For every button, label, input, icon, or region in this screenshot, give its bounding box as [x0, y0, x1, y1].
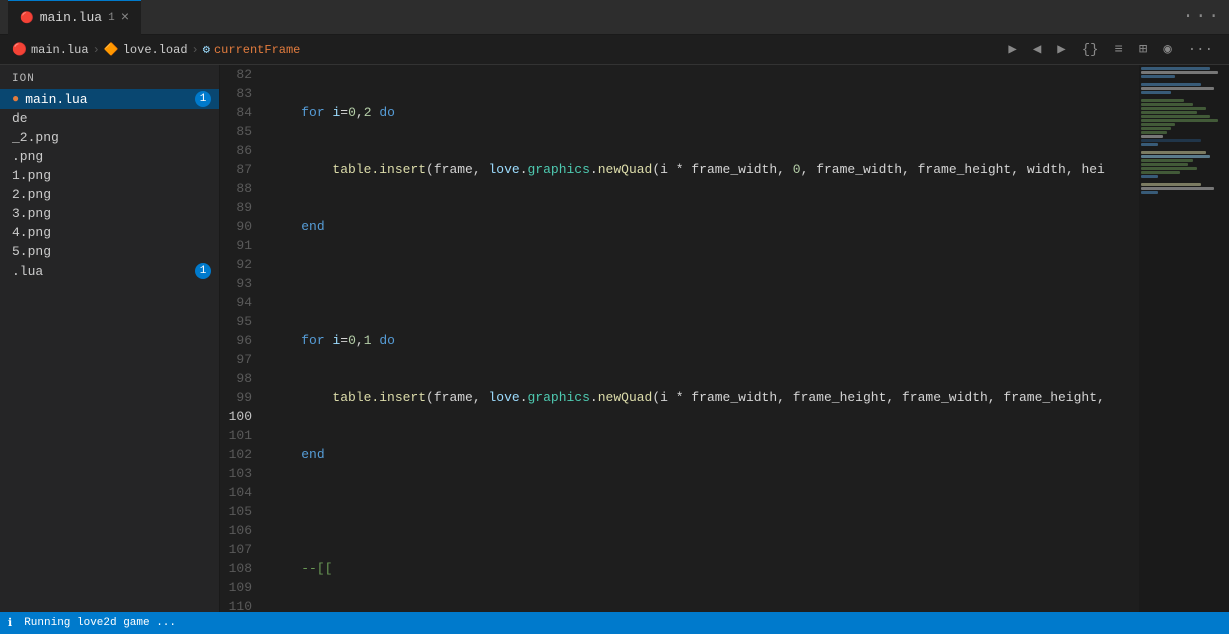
minimap-line	[1141, 71, 1218, 74]
sidebar-item-label-2png2: 2.png	[12, 187, 51, 202]
sidebar-item-3png[interactable]: 3.png	[0, 204, 219, 223]
code-line-90: --[[	[270, 559, 1131, 578]
status-bar: ℹ Running love2d game ...	[0, 612, 1229, 634]
minimap-line	[1141, 167, 1197, 170]
code-line-82: for i=0,2 do	[270, 103, 1131, 122]
code-line-85	[270, 274, 1131, 293]
sidebar-item-label-3png: 3.png	[12, 206, 51, 221]
minimap-line	[1141, 175, 1158, 178]
code-line-88: end	[270, 445, 1131, 464]
minimap-line	[1141, 99, 1184, 102]
sidebar-item-2png[interactable]: _2.png	[0, 128, 219, 147]
line-numbers: 82 83 84 85 86 87 88 89 90 91 92 93 94 9…	[220, 65, 262, 612]
sidebar-badge-lua: 1	[195, 263, 211, 279]
minimap-line	[1141, 107, 1206, 110]
minimap-line	[1141, 183, 1201, 186]
minimap-line	[1141, 123, 1175, 126]
code-content[interactable]: for i=0,2 do table.insert(frame, love.gr…	[262, 65, 1139, 612]
minimap-line	[1141, 115, 1210, 118]
main-tab[interactable]: 🔴 main.lua 1 ×	[8, 0, 141, 35]
run2-btn[interactable]: ▶	[1053, 39, 1069, 60]
main-layout: ION ● main.lua 1 de _2.png .png 1.png 2.…	[0, 65, 1229, 612]
minimap-line	[1141, 87, 1214, 90]
list-btn[interactable]: ≡	[1111, 40, 1127, 60]
sidebar-item-4png[interactable]: 4.png	[0, 223, 219, 242]
sidebar-item-label-de: de	[12, 111, 28, 126]
sidebar-item-png[interactable]: .png	[0, 147, 219, 166]
minimap-line	[1141, 119, 1218, 122]
sidebar-item-2png2[interactable]: 2.png	[0, 185, 219, 204]
minimap-line	[1141, 135, 1163, 138]
minimap-line	[1141, 139, 1201, 142]
minimap-line	[1141, 83, 1201, 86]
breadcrumb-module-icon: 🔶	[104, 42, 119, 57]
code-line-86: for i=0,1 do	[270, 331, 1131, 350]
more-options[interactable]: ···	[1183, 7, 1221, 27]
braces-btn[interactable]: {}	[1078, 40, 1103, 60]
sidebar-item-lua[interactable]: .lua 1	[0, 261, 219, 281]
minimap-line	[1141, 159, 1193, 162]
preview-btn[interactable]: ⊞	[1135, 39, 1151, 60]
code-line-84: end	[270, 217, 1131, 236]
tab-modified: 1	[108, 12, 115, 24]
minimap-line	[1141, 127, 1171, 130]
minimap-line	[1141, 155, 1210, 158]
minimap-line	[1141, 143, 1158, 146]
sidebar-section-title: ION	[0, 69, 219, 89]
sidebar: ION ● main.lua 1 de _2.png .png 1.png 2.…	[0, 65, 220, 612]
minimap-content	[1139, 65, 1229, 197]
breadcrumb-current[interactable]: currentFrame	[214, 43, 300, 57]
sidebar-item-1png[interactable]: 1.png	[0, 166, 219, 185]
breadcrumb-sep2: ›	[192, 43, 199, 57]
code-line-83: table.insert(frame, love.graphics.newQua…	[270, 160, 1131, 179]
sidebar-item-label-mainlua: main.lua	[25, 92, 87, 107]
sidebar-item-label-2png: _2.png	[12, 130, 59, 145]
code-line-87: table.insert(frame, love.graphics.newQua…	[270, 388, 1131, 407]
minimap-line	[1141, 103, 1193, 106]
sidebar-item-label-1png: 1.png	[12, 168, 51, 183]
sidebar-badge-mainlua: 1	[195, 91, 211, 107]
minimap-line	[1141, 171, 1180, 174]
run-button[interactable]: ▶	[1004, 39, 1020, 60]
minimap-line	[1141, 187, 1214, 190]
tab-close-button[interactable]: ×	[121, 10, 129, 26]
minimap-line	[1141, 131, 1167, 134]
status-message: Running love2d game ...	[24, 617, 176, 629]
breadcrumb-file[interactable]: main.lua	[31, 43, 89, 57]
sidebar-item-label-lua: .lua	[12, 264, 43, 279]
more-btn2[interactable]: ···	[1184, 40, 1217, 60]
breadcrumb-file-icon: 🔴	[12, 42, 27, 57]
file-icon-mainlua: ●	[12, 92, 19, 106]
split-btn[interactable]: ◀	[1029, 39, 1045, 60]
circle-btn[interactable]: ◉	[1159, 39, 1175, 60]
tab-file-icon: 🔴	[20, 11, 34, 25]
breadcrumb-current-icon: ⚙	[203, 42, 210, 57]
minimap	[1139, 65, 1229, 612]
minimap-line	[1141, 91, 1171, 94]
sidebar-item-mainlua[interactable]: ● main.lua 1	[0, 89, 219, 109]
breadcrumb: 🔴 main.lua › 🔶 love.load › ⚙ currentFram…	[0, 35, 1229, 65]
minimap-line	[1141, 67, 1210, 70]
status-info-icon: ℹ	[8, 616, 12, 630]
title-bar: 🔴 main.lua 1 × ···	[0, 0, 1229, 35]
sidebar-item-label-png: .png	[12, 149, 43, 164]
minimap-line	[1141, 111, 1197, 114]
tab-filename: main.lua	[40, 10, 102, 25]
breadcrumb-module[interactable]: love.load	[123, 43, 188, 57]
editor-area[interactable]: 82 83 84 85 86 87 88 89 90 91 92 93 94 9…	[220, 65, 1229, 612]
minimap-line	[1141, 163, 1188, 166]
sidebar-item-de[interactable]: de	[0, 109, 219, 128]
sidebar-item-5png[interactable]: 5.png	[0, 242, 219, 261]
code-line-89	[270, 502, 1131, 521]
sidebar-item-label-5png: 5.png	[12, 244, 51, 259]
tab-area: 🔴 main.lua 1 ×	[8, 0, 1183, 35]
minimap-line	[1141, 75, 1175, 78]
minimap-line	[1141, 151, 1206, 154]
minimap-line	[1141, 191, 1158, 194]
breadcrumb-sep1: ›	[93, 43, 100, 57]
sidebar-item-label-4png: 4.png	[12, 225, 51, 240]
